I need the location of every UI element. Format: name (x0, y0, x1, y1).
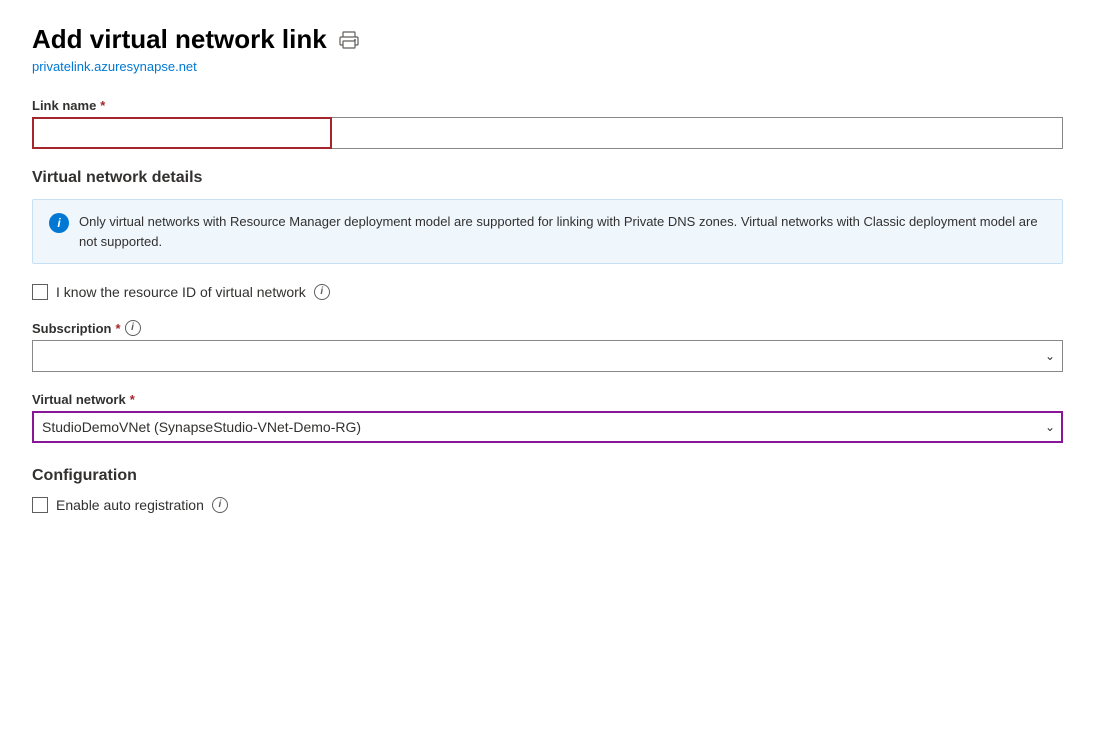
print-icon[interactable] (339, 30, 359, 50)
info-banner: i Only virtual networks with Resource Ma… (32, 199, 1063, 264)
link-name-input[interactable] (32, 117, 332, 149)
subscription-required-star: * (115, 321, 120, 336)
subscription-info-icon[interactable]: i (125, 320, 141, 336)
auto-registration-checkbox[interactable] (32, 497, 48, 513)
page-title: Add virtual network link (32, 24, 327, 55)
required-star: * (100, 98, 105, 113)
link-name-group: Link name * (32, 98, 1063, 149)
auto-registration-row: Enable auto registration i (32, 497, 1063, 513)
virtual-network-dropdown[interactable]: StudioDemoVNet (SynapseStudio-VNet-Demo-… (32, 411, 1063, 443)
subscription-dropdown[interactable] (32, 340, 1063, 372)
subscription-wrapper: ⌄ (32, 340, 1063, 372)
configuration-heading: Configuration (32, 467, 1063, 485)
virtual-network-wrapper: StudioDemoVNet (SynapseStudio-VNet-Demo-… (32, 411, 1063, 443)
subscription-label: Subscription * i (32, 320, 1063, 336)
virtual-network-label: Virtual network * (32, 392, 1063, 407)
subscription-group: Subscription * i ⌄ (32, 320, 1063, 372)
subtitle-link[interactable]: privatelink.azuresynapse.net (32, 59, 1063, 74)
info-banner-text: Only virtual networks with Resource Mana… (79, 212, 1046, 251)
configuration-section: Configuration Enable auto registration i (32, 467, 1063, 513)
header-row: Add virtual network link (32, 24, 1063, 55)
auto-registration-label: Enable auto registration (56, 497, 204, 513)
know-resource-id-label: I know the resource ID of virtual networ… (56, 284, 306, 300)
virtual-network-details-heading: Virtual network details (32, 169, 1063, 187)
link-name-label: Link name * (32, 98, 1063, 113)
virtual-network-group: Virtual network * StudioDemoVNet (Synaps… (32, 392, 1063, 443)
know-resource-id-checkbox[interactable] (32, 284, 48, 300)
info-banner-icon: i (49, 213, 69, 233)
auto-registration-info-icon[interactable]: i (212, 497, 228, 513)
page-container: Add virtual network link privatelink.azu… (32, 24, 1063, 513)
know-resource-id-row: I know the resource ID of virtual networ… (32, 284, 1063, 300)
virtual-network-required-star: * (130, 392, 135, 407)
know-resource-id-info-icon[interactable]: i (314, 284, 330, 300)
